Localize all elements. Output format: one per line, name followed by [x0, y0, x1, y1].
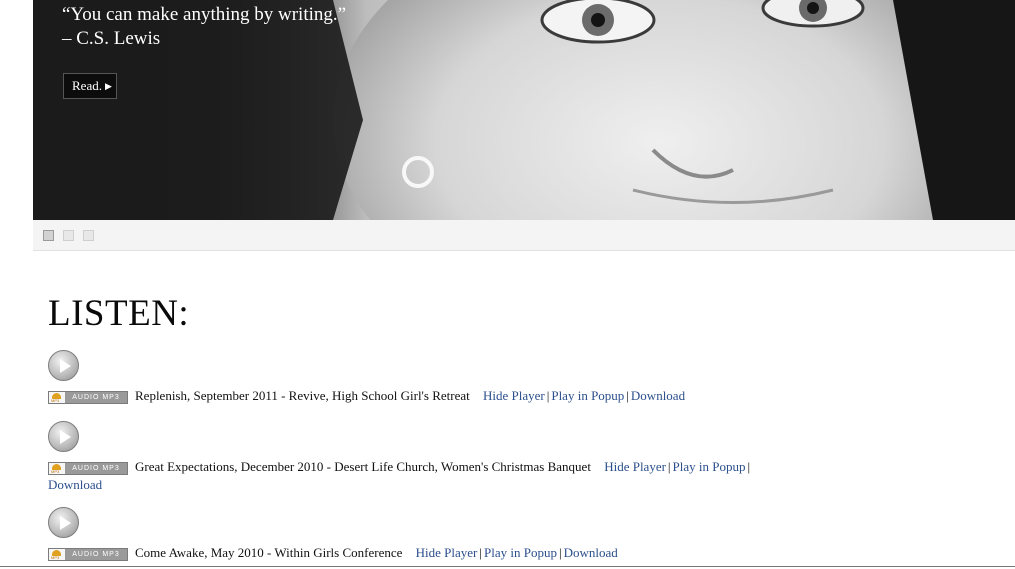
track-row-3: Come Awake, May 2010 - Within Girls Conf…: [135, 545, 618, 560]
download-link[interactable]: Download: [48, 477, 102, 492]
slider-pagination: [33, 220, 1015, 251]
track-row-1: Replenish, September 2011 - Revive, High…: [135, 388, 686, 403]
play-button-track-2[interactable]: [48, 421, 79, 452]
download-wrap: Download: [48, 477, 102, 493]
mp3-icon: [49, 463, 65, 474]
play-in-popup-link[interactable]: Play in Popup: [551, 388, 624, 403]
download-link[interactable]: Download: [631, 388, 685, 403]
track-row-2: Great Expectations, December 2010 - Dese…: [135, 459, 751, 474]
audio-mp3-badge: AUDIO MP3: [48, 462, 128, 475]
play-in-popup-link[interactable]: Play in Popup: [484, 545, 557, 560]
badge-label: AUDIO MP3: [72, 394, 120, 401]
page-bottom-divider: [0, 566, 1015, 567]
slider-dot-2[interactable]: [63, 230, 74, 241]
hide-player-link[interactable]: Hide Player: [604, 459, 666, 474]
slider-dot-3[interactable]: [83, 230, 94, 241]
read-button[interactable]: Read. ▶: [63, 73, 117, 99]
hero-photo: [33, 0, 1015, 220]
download-link[interactable]: Download: [564, 545, 618, 560]
audio-mp3-badge: AUDIO MP3: [48, 548, 128, 561]
track-title: Great Expectations, December 2010 - Dese…: [135, 459, 591, 474]
track-title: Come Awake, May 2010 - Within Girls Conf…: [135, 545, 403, 560]
play-button-track-1[interactable]: [48, 350, 79, 381]
triangle-right-icon: ▶: [104, 81, 112, 91]
badge-label: AUDIO MP3: [72, 551, 120, 558]
listen-heading: LISTEN:: [48, 293, 190, 334]
play-button-track-3[interactable]: [48, 507, 79, 538]
hero-quote: “You can make anything by writing.”: [62, 4, 347, 25]
read-button-label: Read.: [72, 78, 102, 93]
mp3-icon: [49, 549, 65, 560]
mp3-icon: [49, 392, 65, 403]
play-in-popup-link[interactable]: Play in Popup: [673, 459, 746, 474]
badge-label: AUDIO MP3: [72, 465, 120, 472]
hide-player-link[interactable]: Hide Player: [416, 545, 478, 560]
audio-mp3-badge: AUDIO MP3: [48, 391, 128, 404]
track-title: Replenish, September 2011 - Revive, High…: [135, 388, 470, 403]
hide-player-link[interactable]: Hide Player: [483, 388, 545, 403]
hero-banner: “You can make anything by writing.” – C.…: [33, 0, 1015, 220]
slider-dot-1[interactable]: [43, 230, 54, 241]
hero-quote-author: – C.S. Lewis: [62, 28, 161, 49]
